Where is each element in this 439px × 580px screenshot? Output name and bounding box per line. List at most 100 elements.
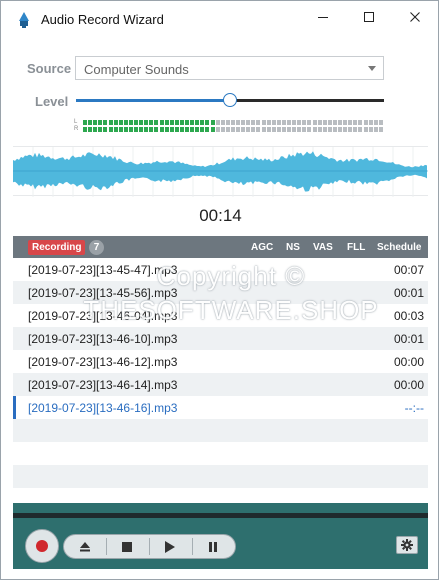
- meter-segment: [230, 120, 235, 125]
- close-button[interactable]: [392, 1, 438, 33]
- eject-icon: [80, 541, 90, 551]
- channel-labels: L R: [74, 119, 78, 133]
- close-icon: [410, 12, 420, 22]
- empty-row: [13, 465, 428, 488]
- transport-separator: [192, 538, 193, 555]
- meter-segment: [241, 127, 246, 132]
- meter-segment: [88, 120, 93, 125]
- level-slider-thumb[interactable]: [223, 93, 237, 107]
- recording-duration: --:--: [404, 401, 424, 415]
- transport-controls: [63, 534, 236, 559]
- meter-segment: [179, 120, 184, 125]
- meter-segment: [327, 120, 332, 125]
- recording-row[interactable]: [2019-07-23][13-46-14].mp3 00:00: [13, 373, 428, 396]
- transport-separator: [149, 538, 150, 555]
- meter-segment: [307, 127, 312, 132]
- meter-segment: [215, 127, 220, 132]
- empty-row: [13, 488, 428, 503]
- source-dropdown[interactable]: Computer Sounds: [75, 56, 384, 80]
- meter-segment: [118, 120, 123, 125]
- recording-row[interactable]: [2019-07-23][13-46-10].mp3 00:01: [13, 327, 428, 350]
- meter-segment: [363, 120, 368, 125]
- active-row-marker: [13, 396, 16, 419]
- maximize-button[interactable]: [346, 1, 392, 33]
- meter-segment: [230, 127, 235, 132]
- meter-segment: [312, 120, 317, 125]
- meter-segment: [169, 127, 174, 132]
- meter-segment: [159, 120, 164, 125]
- meter-segment: [292, 120, 297, 125]
- settings-button[interactable]: [396, 536, 418, 554]
- meter-segment: [317, 120, 322, 125]
- level-slider-fill: [76, 99, 230, 102]
- meter-segment: [281, 120, 286, 125]
- meter-segment: [174, 120, 179, 125]
- meter-segment: [292, 127, 297, 132]
- meter-segment: [302, 120, 307, 125]
- meter-segment: [128, 120, 133, 125]
- meter-segment: [276, 127, 281, 132]
- column-schedule[interactable]: Schedule: [377, 242, 421, 253]
- title-bar[interactable]: Audio Record Wizard: [1, 1, 438, 37]
- meter-segment: [246, 127, 251, 132]
- recording-row[interactable]: [2019-07-23][13-46-12].mp3 00:00: [13, 350, 428, 373]
- meter-segment: [317, 127, 322, 132]
- stop-button[interactable]: [108, 535, 146, 558]
- meter-segment: [179, 127, 184, 132]
- meter-segment: [113, 127, 118, 132]
- meter-segment: [353, 127, 358, 132]
- meter-segment: [236, 120, 240, 125]
- meter-segment: [297, 120, 302, 125]
- meter-segment: [149, 127, 154, 132]
- minimize-icon: [318, 17, 328, 18]
- recording-duration: 00:00: [393, 355, 424, 369]
- meter-segment: [139, 127, 144, 132]
- meter-segment: [210, 127, 215, 132]
- meter-segment: [210, 120, 215, 125]
- play-icon: [165, 540, 175, 553]
- meter-segment: [88, 127, 93, 132]
- level-meter-right: [83, 127, 384, 132]
- column-agc[interactable]: AGC: [251, 242, 273, 253]
- source-label: Source: [27, 61, 72, 76]
- waveform: [13, 147, 428, 197]
- meter-segment: [225, 127, 230, 132]
- waveform-display: [13, 146, 428, 197]
- meter-segment: [332, 120, 337, 125]
- meter-segment: [159, 127, 164, 132]
- pause-button[interactable]: [194, 535, 232, 558]
- level-meter-left: [83, 120, 384, 125]
- column-fll[interactable]: FLL: [347, 242, 365, 253]
- eject-button[interactable]: [66, 535, 104, 558]
- meter-segment: [134, 127, 138, 132]
- meter-segment: [338, 127, 342, 132]
- column-ns[interactable]: NS: [286, 242, 300, 253]
- meter-segment: [261, 127, 266, 132]
- meter-segment: [348, 120, 353, 125]
- meter-segment: [98, 127, 103, 132]
- meter-segment: [368, 120, 373, 125]
- meter-segment: [348, 127, 353, 132]
- meter-segment: [215, 120, 220, 125]
- watermark-line-2: THESOFTWARE.SHOP: [83, 295, 379, 325]
- meter-segment: [149, 120, 154, 125]
- meter-segment: [302, 127, 307, 132]
- meter-segment: [190, 120, 195, 125]
- meter-segment: [322, 120, 327, 125]
- recording-row[interactable]: [2019-07-23][13-46-16].mp3 --:--: [13, 396, 428, 419]
- meter-segment: [113, 120, 118, 125]
- minimize-button[interactable]: [300, 1, 346, 33]
- meter-segment: [185, 120, 189, 125]
- meter-segment: [256, 120, 261, 125]
- meter-segment: [368, 127, 373, 132]
- column-vas[interactable]: VAS: [313, 242, 333, 253]
- play-button[interactable]: [151, 535, 189, 558]
- meter-segment: [343, 120, 348, 125]
- meter-segment: [220, 120, 225, 125]
- meter-segment: [139, 120, 144, 125]
- meter-segment: [297, 127, 302, 132]
- record-button[interactable]: [25, 529, 59, 563]
- meter-segment: [353, 120, 358, 125]
- meter-segment: [246, 120, 251, 125]
- recording-duration: 00:00: [393, 378, 424, 392]
